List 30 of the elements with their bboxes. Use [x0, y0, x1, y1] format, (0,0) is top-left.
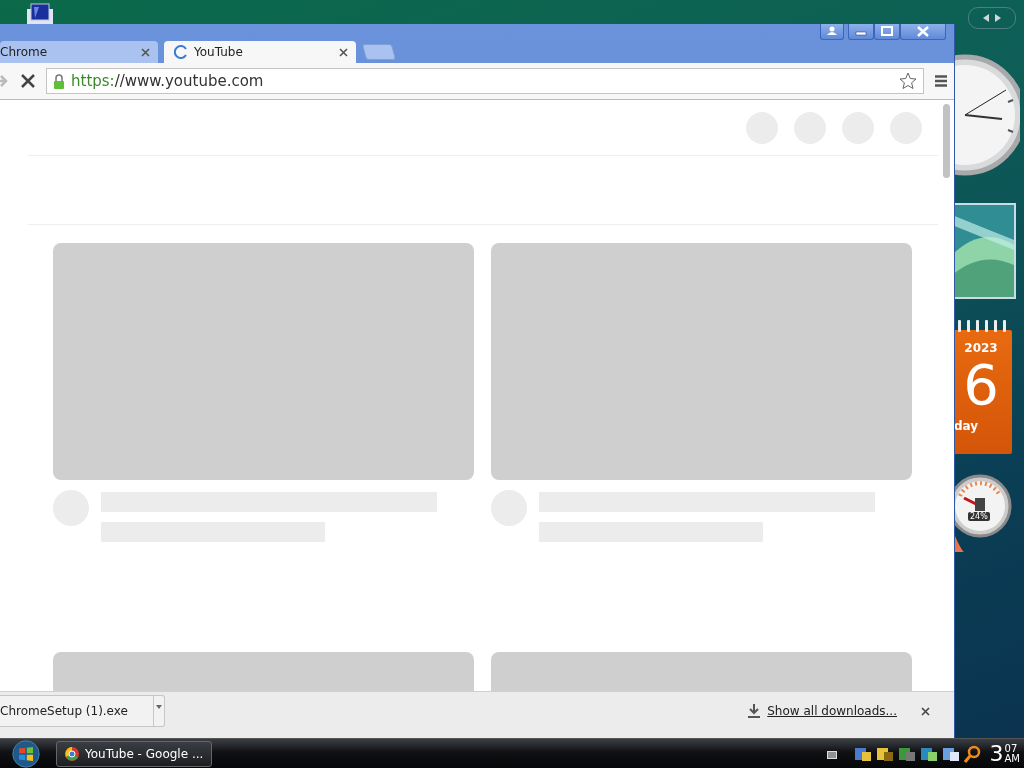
- url-text: https://www.youtube.com: [71, 72, 265, 90]
- stop-icon[interactable]: [20, 73, 36, 89]
- browser-tab[interactable]: YouTube: [164, 41, 356, 63]
- calendar-day: 6: [963, 357, 999, 413]
- taskbar-button[interactable]: YouTube - Google ...: [56, 740, 212, 767]
- gadget-navigation[interactable]: [968, 7, 1016, 29]
- dropdown-arrow-icon[interactable]: [153, 696, 164, 726]
- browser-tab[interactable]: Chrome: [0, 41, 158, 63]
- computer-icon[interactable]: [25, 3, 55, 24]
- browser-logo-icon: [65, 746, 79, 761]
- download-icon: [747, 704, 762, 718]
- calendar-year: 2023: [964, 341, 998, 355]
- maximize-button[interactable]: [874, 24, 900, 40]
- download-item[interactable]: ChromeSetup (1).exe: [0, 695, 165, 727]
- calendar-weekday: day: [954, 419, 979, 433]
- close-button[interactable]: [900, 24, 946, 40]
- close-tab-icon[interactable]: [339, 47, 348, 57]
- close-icon[interactable]: [921, 706, 930, 716]
- calendar-rings-icon: [956, 320, 1008, 334]
- search-icon[interactable]: [963, 744, 982, 763]
- cpu-reading: 24%: [968, 512, 990, 521]
- star-icon[interactable]: [899, 72, 917, 90]
- minimize-button[interactable]: [848, 24, 874, 40]
- profile-button[interactable]: [820, 24, 844, 40]
- menu-icon[interactable]: [934, 74, 948, 88]
- address-bar[interactable]: https://www.youtube.com: [46, 68, 924, 94]
- start-button[interactable]: [12, 739, 40, 768]
- show-all-downloads-link[interactable]: Show all downloads...: [767, 704, 897, 718]
- close-tab-icon[interactable]: [141, 47, 150, 57]
- scrollbar-thumb[interactable]: [942, 104, 950, 178]
